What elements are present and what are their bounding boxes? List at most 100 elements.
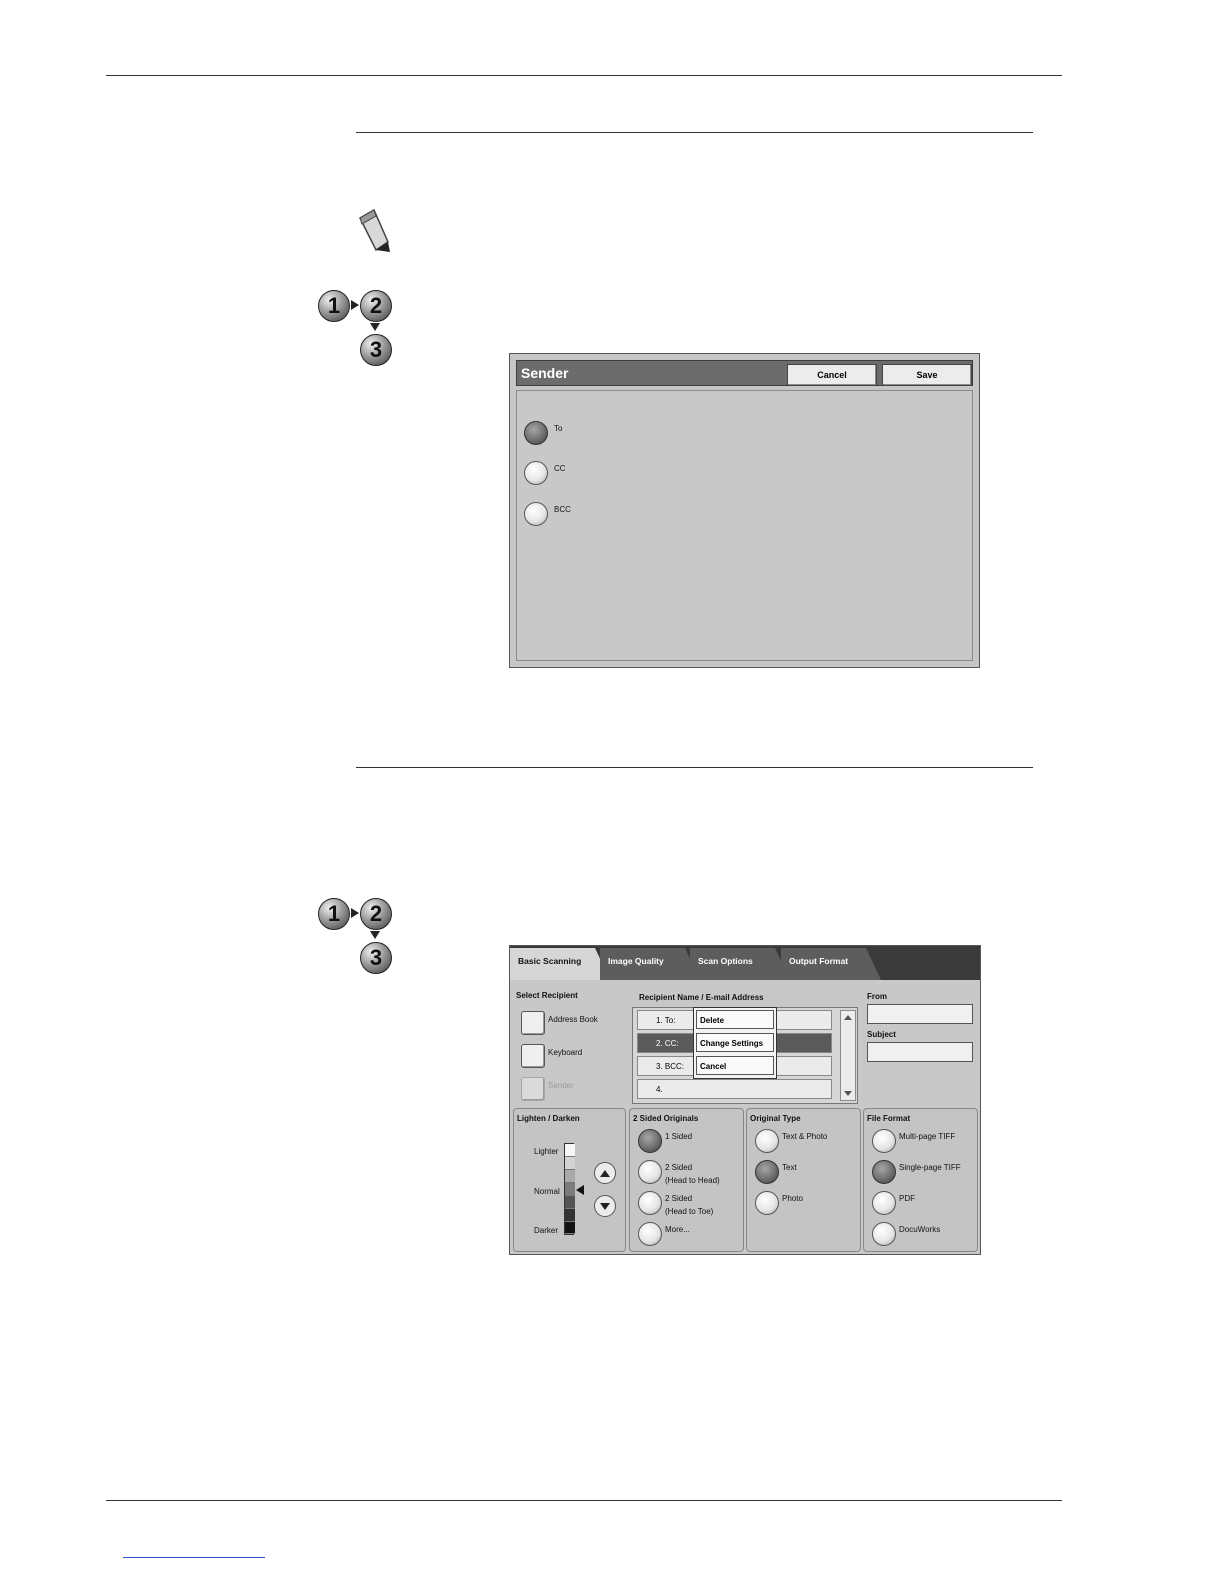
density-pointer-icon bbox=[576, 1185, 584, 1195]
arrow-up-icon bbox=[600, 1169, 610, 1177]
tab-output-format[interactable]: Output Format bbox=[781, 948, 881, 980]
radio-pdf[interactable] bbox=[872, 1191, 896, 1215]
steps-icon-2: 1 2 3 bbox=[318, 898, 398, 974]
recipient-scrollbar[interactable] bbox=[840, 1010, 856, 1101]
footer-rule bbox=[106, 1500, 1062, 1501]
keyboard-label: Keyboard bbox=[548, 1048, 583, 1057]
radio-2-sided-hh-label: 2 Sided bbox=[665, 1163, 693, 1172]
sender-button[interactable] bbox=[521, 1077, 545, 1101]
sender-dialog: Sender Cancel Save To CC BCC bbox=[509, 353, 980, 668]
radio-photo[interactable] bbox=[755, 1191, 779, 1215]
dialog-body: To CC BCC bbox=[516, 390, 973, 661]
radio-multi-page-tiff-label: Multi-page TIFF bbox=[899, 1132, 956, 1141]
tab-basic-scanning[interactable]: Basic Scanning bbox=[510, 948, 610, 980]
radio-docuworks[interactable] bbox=[872, 1222, 896, 1246]
lighten-darken-panel: Lighten / Darken Lighter Normal Darker bbox=[513, 1108, 626, 1252]
arrow-right-icon bbox=[351, 300, 359, 310]
footer-link-underline[interactable] bbox=[123, 1557, 265, 1558]
radio-cc[interactable] bbox=[524, 461, 548, 485]
lighten-darken-heading: Lighten / Darken bbox=[517, 1114, 580, 1123]
tab-strip: Basic Scanning Image Quality Scan Option… bbox=[510, 946, 980, 980]
menu-change-settings[interactable]: Change Settings bbox=[696, 1033, 774, 1052]
radio-multi-page-tiff[interactable] bbox=[872, 1129, 896, 1153]
radio-single-page-tiff[interactable] bbox=[872, 1160, 896, 1184]
dialog-title: Sender bbox=[521, 365, 569, 381]
step-one-icon: 1 bbox=[318, 898, 350, 930]
file-format-heading: File Format bbox=[867, 1114, 911, 1123]
radio-2-sided-ht-sub: (Head to Toe) bbox=[665, 1207, 714, 1216]
radio-single-page-tiff-label: Single-page TIFF bbox=[899, 1163, 961, 1172]
radio-1-sided[interactable] bbox=[638, 1129, 662, 1153]
menu-cancel[interactable]: Cancel bbox=[696, 1056, 774, 1075]
density-level-7 bbox=[565, 1222, 575, 1234]
step-two-icon: 2 bbox=[360, 290, 392, 322]
density-level-5 bbox=[565, 1196, 575, 1209]
from-field[interactable] bbox=[867, 1004, 973, 1024]
section-rule-top bbox=[356, 132, 1033, 133]
density-level-4 bbox=[565, 1183, 575, 1196]
density-level-2 bbox=[565, 1157, 575, 1170]
from-label: From bbox=[867, 992, 887, 1001]
step-three-icon: 3 bbox=[360, 942, 392, 974]
radio-photo-label: Photo bbox=[782, 1194, 803, 1203]
density-level-1 bbox=[565, 1144, 575, 1157]
section-rule-middle bbox=[356, 767, 1033, 768]
radio-text-photo-label: Text & Photo bbox=[782, 1132, 828, 1141]
radio-docuworks-label: DocuWorks bbox=[899, 1225, 941, 1234]
keyboard-button[interactable] bbox=[521, 1044, 545, 1068]
step-three-icon: 3 bbox=[360, 334, 392, 366]
select-recipient-heading: Select Recipient bbox=[516, 991, 578, 1000]
menu-delete[interactable]: Delete bbox=[696, 1010, 774, 1029]
radio-pdf-label: PDF bbox=[899, 1194, 915, 1203]
radio-2-sided-head-head[interactable] bbox=[638, 1160, 662, 1184]
subject-field[interactable] bbox=[867, 1042, 973, 1062]
two-sided-heading: 2 Sided Originals bbox=[633, 1114, 699, 1123]
radio-bcc-label: BCC bbox=[554, 505, 571, 514]
radio-1-sided-label: 1 Sided bbox=[665, 1132, 693, 1141]
darken-down-button[interactable] bbox=[594, 1195, 616, 1217]
step-one-icon: 1 bbox=[318, 290, 350, 322]
radio-bcc[interactable] bbox=[524, 502, 548, 526]
recipient-heading: Recipient Name / E-mail Address bbox=[639, 993, 764, 1002]
arrow-down-icon bbox=[370, 931, 380, 939]
scroll-down-icon[interactable] bbox=[844, 1091, 852, 1096]
radio-cc-label: CC bbox=[554, 464, 566, 473]
radio-2-sided-ht-label: 2 Sided bbox=[665, 1194, 693, 1203]
radio-more[interactable] bbox=[638, 1222, 662, 1246]
recipient-row-4[interactable]: 4. bbox=[637, 1079, 832, 1099]
address-book-label: Address Book bbox=[548, 1015, 598, 1024]
arrow-down-icon bbox=[370, 323, 380, 331]
radio-2-sided-head-toe[interactable] bbox=[638, 1191, 662, 1215]
original-type-panel: Original Type Text & Photo Text Photo bbox=[746, 1108, 861, 1252]
subject-label: Subject bbox=[867, 1030, 896, 1039]
radio-text-label: Text bbox=[782, 1163, 797, 1172]
dialog-title-bar: Sender Cancel Save bbox=[516, 360, 973, 386]
header-rule bbox=[106, 75, 1062, 76]
recipient-context-menu: Delete Change Settings Cancel bbox=[693, 1007, 777, 1079]
tab-image-quality[interactable]: Image Quality bbox=[600, 948, 700, 980]
scroll-up-icon[interactable] bbox=[844, 1015, 852, 1020]
step-two-icon: 2 bbox=[360, 898, 392, 930]
tab-scan-options[interactable]: Scan Options bbox=[690, 948, 790, 980]
radio-to[interactable] bbox=[524, 421, 548, 445]
two-sided-panel: 2 Sided Originals 1 Sided 2 Sided (Head … bbox=[629, 1108, 744, 1252]
radio-text-photo[interactable] bbox=[755, 1129, 779, 1153]
density-scale bbox=[564, 1143, 575, 1235]
density-level-6 bbox=[565, 1209, 575, 1222]
darker-label: Darker bbox=[534, 1226, 559, 1235]
save-button[interactable]: Save bbox=[882, 364, 972, 386]
arrow-down-icon bbox=[600, 1202, 610, 1210]
original-type-heading: Original Type bbox=[750, 1114, 801, 1123]
radio-text[interactable] bbox=[755, 1160, 779, 1184]
scan-screen: Basic Scanning Image Quality Scan Option… bbox=[509, 945, 981, 1255]
lighter-label: Lighter bbox=[534, 1147, 559, 1156]
lighten-up-button[interactable] bbox=[594, 1162, 616, 1184]
density-level-3 bbox=[565, 1170, 575, 1183]
address-book-button[interactable] bbox=[521, 1011, 545, 1035]
steps-icon: 1 2 3 bbox=[318, 290, 398, 366]
cancel-button[interactable]: Cancel bbox=[787, 364, 877, 386]
note-pencil-icon bbox=[359, 208, 390, 252]
radio-2-sided-hh-sub: (Head to Head) bbox=[665, 1176, 720, 1185]
radio-to-label: To bbox=[554, 424, 563, 433]
radio-more-label: More... bbox=[665, 1225, 690, 1234]
